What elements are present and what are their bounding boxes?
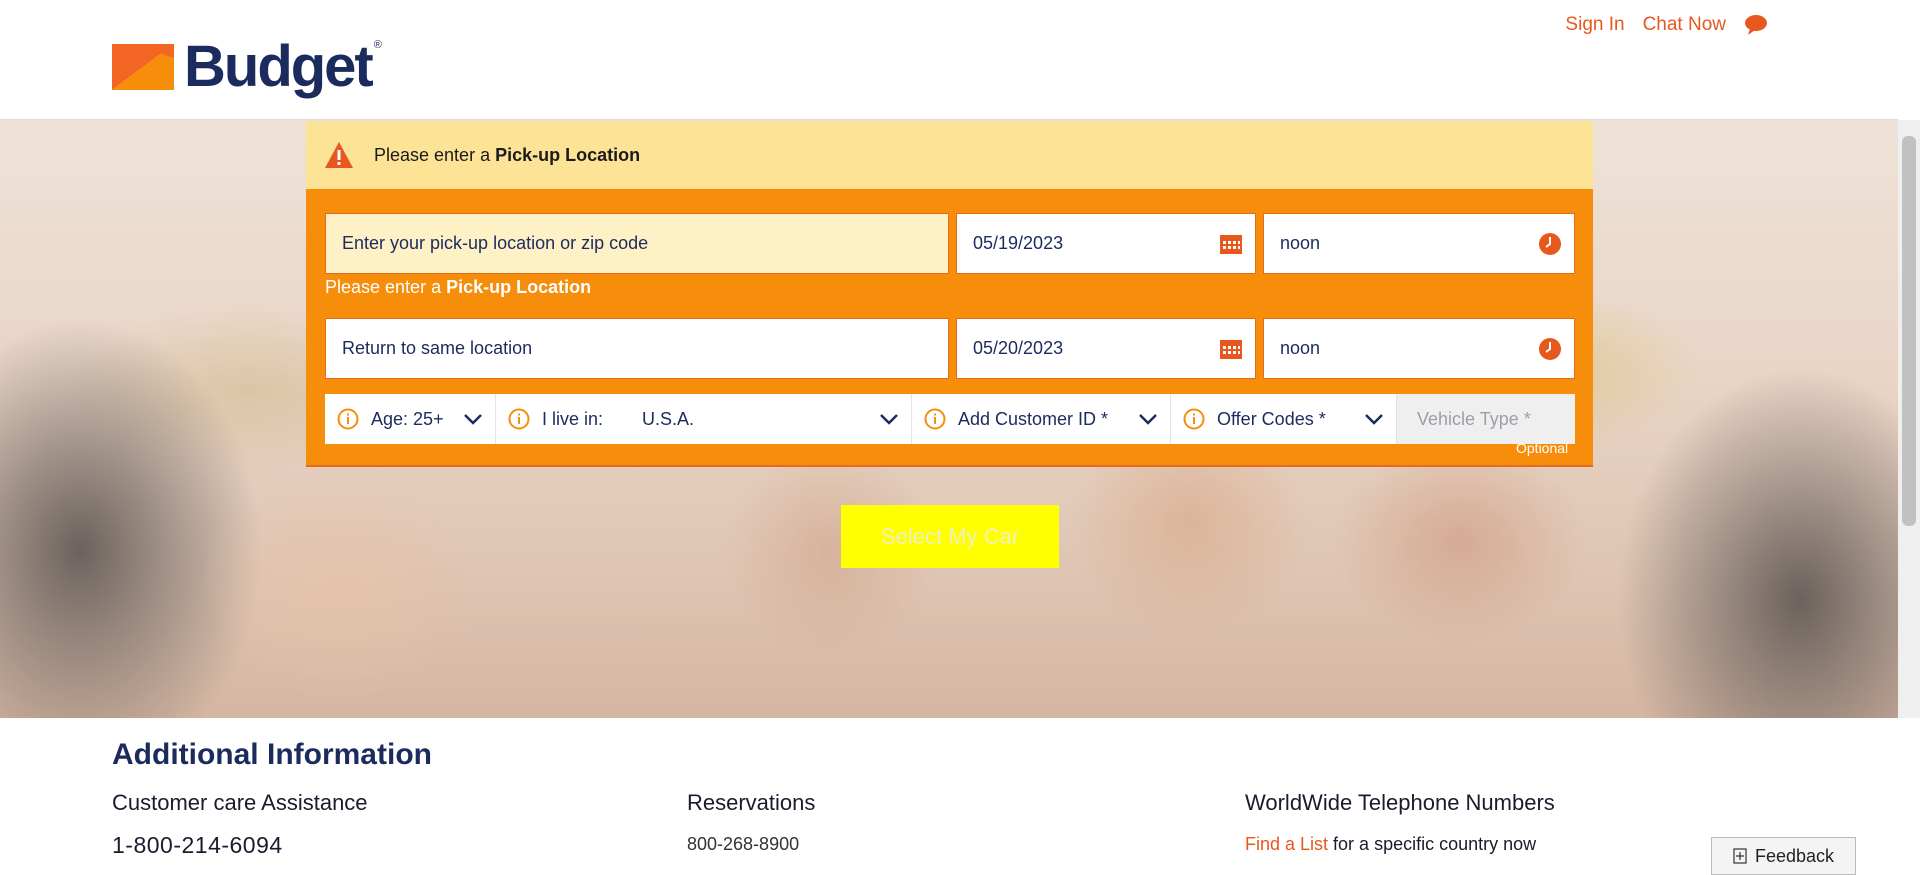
alert-emphasis: Pick-up Location — [495, 144, 641, 165]
budget-logo[interactable]: Budget ® — [112, 34, 382, 99]
return-date-value: 05/20/2023 — [973, 338, 1064, 358]
find-a-list-link[interactable]: Find a List — [1245, 834, 1328, 854]
age-select[interactable]: Age: 25+ — [325, 394, 496, 444]
vehicle-type-label: Vehicle Type * — [1417, 408, 1531, 429]
scrollbar-thumb[interactable] — [1902, 136, 1916, 526]
offer-codes-select[interactable]: Offer Codes * — [1171, 394, 1397, 444]
reservations-phone[interactable]: 800-268-8900 — [687, 834, 799, 855]
return-date-input[interactable]: 05/20/2023 — [956, 318, 1256, 379]
pickup-date-input[interactable]: 05/19/2023 — [956, 213, 1256, 274]
customer-care-phone[interactable]: 1-800-214-6094 — [112, 832, 283, 859]
options-row: Age: 25+ I live in: U.S.A. Add Customer … — [325, 394, 1575, 444]
offer-codes-label: Offer Codes * — [1217, 408, 1326, 429]
error-alert-banner: Please enter a Pick-up Location — [306, 121, 1593, 189]
pickup-error-prefix: Please enter a — [325, 277, 447, 297]
info-icon[interactable] — [508, 408, 530, 430]
feedback-label: Feedback — [1754, 845, 1835, 866]
info-icon[interactable] — [337, 408, 359, 430]
calendar-icon[interactable] — [1219, 233, 1243, 255]
page-scrollbar[interactable] — [1898, 120, 1920, 718]
sign-in-link[interactable]: Sign In — [1565, 14, 1624, 36]
pickup-time-value: noon — [1280, 233, 1321, 253]
customer-id-label: Add Customer ID * — [958, 408, 1109, 429]
return-time-input[interactable]: noon — [1263, 318, 1575, 379]
vehicle-type-select[interactable]: Vehicle Type * — [1397, 394, 1575, 444]
age-label: Age: — [371, 408, 409, 429]
return-location-value: Return to same location — [342, 338, 533, 358]
alert-prefix: Please enter a — [374, 144, 496, 165]
select-my-car-button[interactable]: Select My Car — [841, 505, 1059, 568]
feedback-button[interactable]: Feedback — [1711, 837, 1856, 875]
chat-bubble-icon[interactable] — [1744, 14, 1768, 36]
pickup-location-placeholder: Enter your pick-up location or zip code — [342, 233, 649, 253]
live-in-label: I live in: — [542, 408, 604, 429]
pickup-location-input[interactable]: Enter your pick-up location or zip code — [325, 213, 949, 274]
site-header: Budget ® Sign In Chat Now — [0, 0, 1898, 120]
additional-info-title: Additional Information — [112, 738, 432, 771]
age-value: 25+ — [413, 408, 444, 429]
pickup-location-error: Please enter a Pick-up Location — [325, 277, 591, 298]
optional-label: Optional — [1516, 440, 1569, 456]
find-list-suffix: for a specific country now — [1328, 834, 1537, 854]
calendar-icon[interactable] — [1219, 338, 1243, 360]
pickup-error-emphasis: Pick-up Location — [446, 277, 592, 297]
top-links: Sign In Chat Now — [1565, 14, 1768, 36]
info-icon[interactable] — [924, 408, 946, 430]
worldwide-numbers-title: WorldWide Telephone Numbers — [1245, 790, 1555, 815]
budget-logo-mark — [112, 44, 174, 90]
brand-name: Budget — [184, 34, 374, 99]
customer-id-select[interactable]: Add Customer ID * — [912, 394, 1171, 444]
find-list-text: Find a List for a specific country now — [1245, 834, 1536, 855]
alert-message: Please enter a Pick-up Location — [374, 145, 640, 166]
reservations-title: Reservations — [687, 790, 816, 815]
return-time-value: noon — [1280, 338, 1321, 358]
pickup-date-value: 05/19/2023 — [973, 233, 1064, 253]
return-location-input[interactable]: Return to same location — [325, 318, 949, 379]
warning-icon — [325, 142, 353, 168]
chat-now-link[interactable]: Chat Now — [1643, 14, 1726, 36]
chevron-down-icon — [1139, 414, 1157, 425]
pickup-time-input[interactable]: noon — [1263, 213, 1575, 274]
feedback-plus-icon — [1733, 848, 1747, 864]
info-icon[interactable] — [1183, 408, 1205, 430]
clock-icon[interactable] — [1538, 337, 1562, 361]
clock-icon[interactable] — [1538, 232, 1562, 256]
chevron-down-icon — [1365, 414, 1383, 425]
registered-mark: ® — [373, 39, 382, 51]
customer-care-title: Customer care Assistance — [112, 790, 368, 815]
chevron-down-icon — [464, 414, 482, 425]
chevron-down-icon — [880, 414, 898, 425]
country-select[interactable]: I live in: U.S.A. — [496, 394, 912, 444]
live-in-value: U.S.A. — [642, 408, 695, 429]
